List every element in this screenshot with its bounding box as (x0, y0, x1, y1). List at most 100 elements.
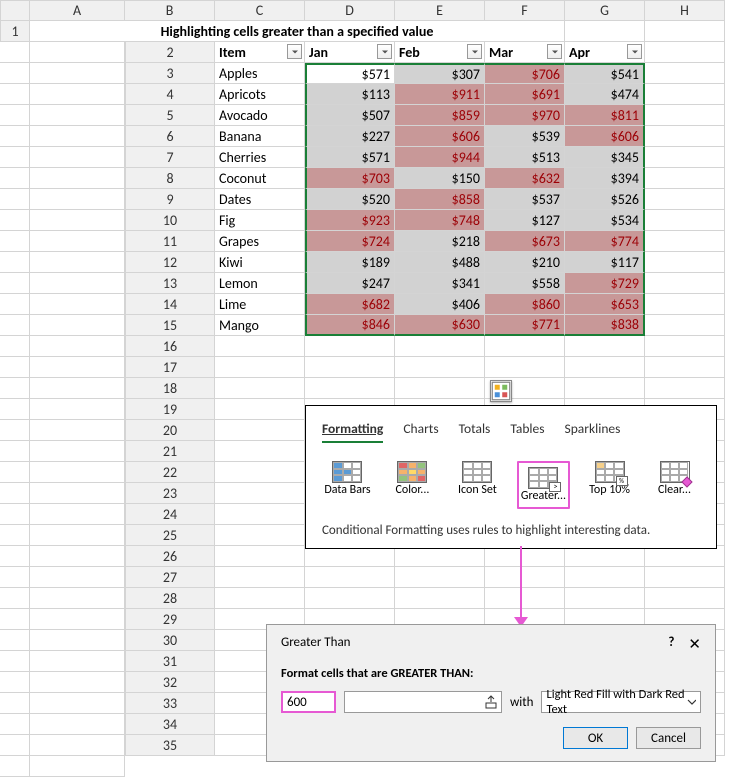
data-cell[interactable]: $653 (565, 294, 645, 315)
cell[interactable] (645, 336, 725, 357)
row-header[interactable]: 32 (125, 672, 215, 693)
data-cell[interactable]: $970 (485, 105, 565, 126)
item-name[interactable]: Grapes (215, 231, 305, 252)
cell[interactable] (0, 609, 30, 630)
cell[interactable] (395, 588, 485, 609)
cell[interactable] (30, 483, 125, 504)
cell[interactable] (645, 42, 725, 63)
cell[interactable] (645, 105, 725, 126)
cell[interactable] (645, 231, 725, 252)
cell[interactable] (0, 210, 30, 231)
cell[interactable] (485, 567, 565, 588)
cell[interactable] (30, 378, 125, 399)
tab-tables[interactable]: Tables (510, 420, 544, 443)
data-cell[interactable]: $858 (395, 189, 485, 210)
cell[interactable] (565, 336, 645, 357)
qa-item-top10[interactable]: % Top 10% (584, 461, 635, 509)
table-header-month[interactable]: Feb (395, 42, 485, 63)
data-cell[interactable]: $748 (395, 210, 485, 231)
cell[interactable] (215, 567, 305, 588)
data-cell[interactable]: $729 (565, 273, 645, 294)
quick-analysis-button[interactable] (490, 380, 512, 402)
data-cell[interactable]: $860 (485, 294, 565, 315)
qa-item-greater[interactable]: > Greater... (517, 461, 570, 509)
row-header[interactable]: 9 (125, 189, 215, 210)
row-header[interactable]: 5 (125, 105, 215, 126)
tab-totals[interactable]: Totals (459, 420, 491, 443)
column-header[interactable]: B (125, 0, 215, 21)
row-header[interactable]: 2 (125, 42, 215, 63)
data-cell[interactable]: $606 (395, 126, 485, 147)
row-header[interactable]: 22 (125, 462, 215, 483)
row-header[interactable]: 11 (125, 231, 215, 252)
data-cell[interactable]: $189 (305, 252, 395, 273)
data-cell[interactable]: $474 (565, 84, 645, 105)
cell[interactable] (0, 735, 30, 756)
row-header[interactable]: 16 (125, 336, 215, 357)
cell[interactable] (30, 672, 125, 693)
cell[interactable] (0, 189, 30, 210)
data-cell[interactable]: $507 (305, 105, 395, 126)
cell[interactable] (0, 525, 30, 546)
cell[interactable] (30, 189, 125, 210)
cell[interactable] (0, 378, 30, 399)
column-header[interactable]: C (215, 0, 305, 21)
help-icon[interactable]: ? (668, 635, 674, 654)
data-cell[interactable]: $341 (395, 273, 485, 294)
filter-dropdown-icon[interactable] (377, 44, 392, 59)
column-header[interactable]: A (30, 0, 125, 21)
cell[interactable] (645, 273, 725, 294)
cell[interactable] (30, 252, 125, 273)
cell[interactable] (645, 189, 725, 210)
row-header[interactable]: 6 (125, 126, 215, 147)
cell[interactable] (30, 210, 125, 231)
cell[interactable] (485, 357, 565, 378)
cell[interactable] (645, 357, 725, 378)
data-cell[interactable]: $345 (565, 147, 645, 168)
data-cell[interactable]: $406 (395, 294, 485, 315)
qa-item-clear[interactable]: Clear... (649, 461, 700, 509)
cell[interactable] (0, 756, 30, 777)
table-header-item[interactable]: Item (215, 42, 305, 63)
data-cell[interactable]: $682 (305, 294, 395, 315)
row-header[interactable]: 18 (125, 378, 215, 399)
row-header[interactable]: 25 (125, 525, 215, 546)
cell[interactable] (305, 588, 395, 609)
data-cell[interactable]: $771 (485, 315, 565, 336)
row-header[interactable]: 12 (125, 252, 215, 273)
cell[interactable] (565, 357, 645, 378)
cell[interactable] (645, 567, 725, 588)
cell[interactable] (565, 378, 645, 399)
cell[interactable] (215, 588, 305, 609)
format-select[interactable]: Light Red Fill with Dark Red Text (541, 691, 701, 713)
cell[interactable] (0, 231, 30, 252)
row-header[interactable]: 20 (125, 420, 215, 441)
item-name[interactable]: Dates (215, 189, 305, 210)
cell[interactable] (30, 105, 125, 126)
cell[interactable] (30, 756, 125, 777)
row-header[interactable]: 4 (125, 84, 215, 105)
cell[interactable] (215, 378, 305, 399)
cell[interactable] (30, 399, 125, 420)
cell[interactable] (0, 84, 30, 105)
data-cell[interactable]: $571 (305, 63, 395, 84)
cell[interactable] (30, 336, 125, 357)
cell[interactable] (0, 483, 30, 504)
cell[interactable] (215, 525, 305, 546)
cell[interactable] (0, 588, 30, 609)
tab-formatting[interactable]: Formatting (322, 420, 383, 443)
cell[interactable] (0, 336, 30, 357)
cell[interactable] (645, 147, 725, 168)
data-cell[interactable]: $630 (395, 315, 485, 336)
table-header-month[interactable]: Jan (305, 42, 395, 63)
cell[interactable] (30, 525, 125, 546)
cell[interactable] (30, 231, 125, 252)
cell[interactable] (395, 546, 485, 567)
cell[interactable] (30, 273, 125, 294)
cell[interactable] (30, 735, 125, 756)
item-name[interactable]: Banana (215, 126, 305, 147)
ok-button[interactable]: OK (563, 727, 628, 749)
cell[interactable] (30, 42, 125, 63)
cell[interactable] (305, 546, 395, 567)
cell[interactable] (30, 147, 125, 168)
